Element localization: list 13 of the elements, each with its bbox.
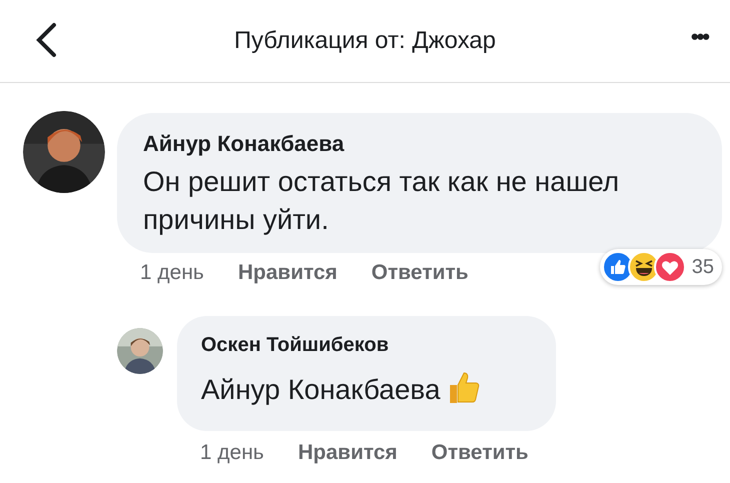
comment-time: 1 день: [140, 261, 204, 285]
comment-text: Айнур Конакбаева: [201, 369, 532, 409]
like-link[interactable]: Нравится: [238, 261, 338, 285]
author-name[interactable]: Оскен Тойшибеков: [201, 334, 532, 357]
post-title: Публикация от: Джохар: [234, 27, 496, 55]
author-name[interactable]: Айнур Конакбаева: [143, 131, 696, 157]
like-link[interactable]: Нравится: [298, 441, 398, 465]
comment-text: Он решит остаться так как не нашел причины уйти.: [143, 165, 620, 237]
more-options-icon[interactable]: •••: [690, 24, 708, 50]
reply-link[interactable]: Ответить: [371, 261, 468, 285]
reply-link[interactable]: Ответить: [431, 441, 528, 465]
reactions-badge[interactable]: 35: [600, 249, 722, 285]
comment-time: 1 день: [200, 441, 264, 465]
